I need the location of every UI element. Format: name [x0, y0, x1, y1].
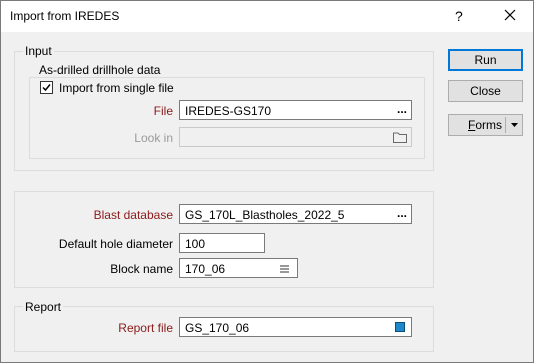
look-in-input[interactable]	[179, 127, 412, 147]
report-file-input[interactable]: GS_170_06	[179, 317, 412, 337]
checkmark-icon	[42, 84, 51, 92]
file-input[interactable]: IREDES-GS170 ...	[179, 100, 412, 120]
title-bar: Import from IREDES ?	[1, 1, 533, 32]
report-file-label: Report file	[118, 321, 173, 335]
import-dialog: Import from IREDES ? Input As-drilled dr…	[0, 0, 534, 363]
window-title: Import from IREDES	[10, 9, 120, 23]
list-icon[interactable]	[280, 265, 289, 273]
close-icon	[504, 9, 516, 21]
file-browse-button[interactable]: ...	[397, 102, 407, 116]
forms-label: Forms	[468, 118, 503, 132]
drillhole-group-label: As-drilled drillhole data	[37, 63, 163, 77]
run-button[interactable]: Run	[448, 49, 523, 71]
folder-icon[interactable]	[393, 131, 407, 143]
blast-database-input[interactable]: GS_170L_Blastholes_2022_5 ...	[179, 204, 412, 224]
close-window-button[interactable]	[497, 4, 525, 28]
close-button[interactable]: Close	[448, 80, 523, 102]
hole-diameter-input[interactable]: 100	[179, 233, 265, 253]
forms-button[interactable]: Forms	[448, 114, 523, 136]
block-name-value: 170_06	[185, 262, 226, 276]
hole-diameter-label: Default hole diameter	[58, 237, 173, 251]
dropdown-arrow-icon[interactable]	[511, 123, 518, 127]
forms-divider	[505, 117, 506, 133]
file-label: File	[153, 104, 173, 118]
help-button[interactable]: ?	[455, 8, 463, 24]
report-file-icon[interactable]	[395, 322, 405, 332]
single-file-checkbox[interactable]	[40, 81, 53, 94]
block-name-label: Block name	[110, 262, 173, 276]
blast-database-value: GS_170L_Blastholes_2022_5	[185, 208, 345, 222]
hole-diameter-value: 100	[185, 237, 206, 251]
report-file-value: GS_170_06	[185, 321, 250, 335]
blast-database-browse-button[interactable]: ...	[397, 206, 407, 220]
file-value: IREDES-GS170	[185, 104, 272, 118]
report-group-label: Report	[23, 300, 64, 314]
block-name-input[interactable]: 170_06	[179, 258, 298, 278]
input-group-label: Input	[23, 44, 54, 58]
look-in-label: Look in	[134, 131, 173, 145]
blast-database-label: Blast database	[93, 208, 173, 222]
single-file-label: Import from single file	[59, 81, 174, 95]
